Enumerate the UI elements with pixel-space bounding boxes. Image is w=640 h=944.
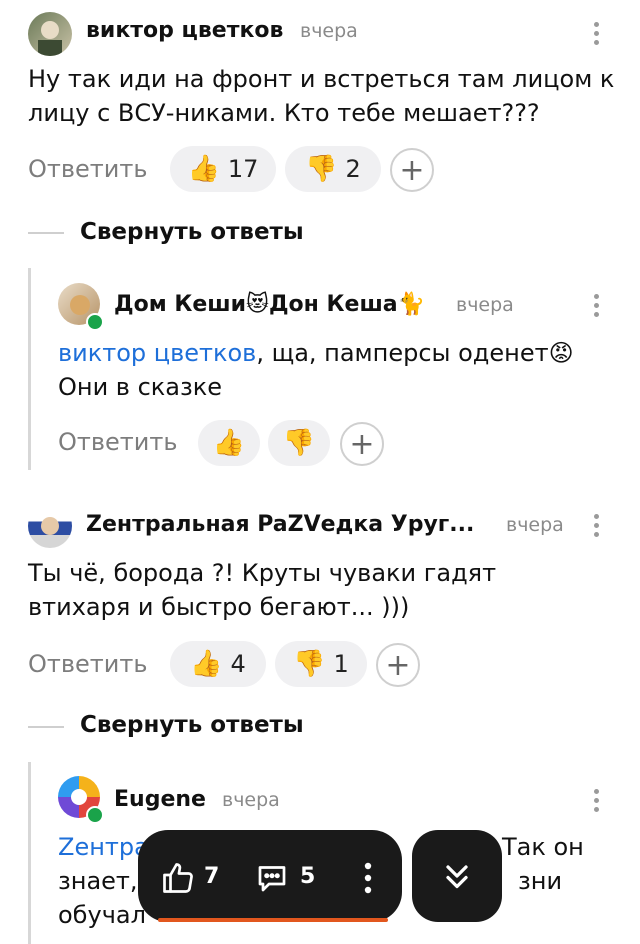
dislike-count: 2 (345, 155, 361, 183)
reply-button[interactable]: Ответить (28, 650, 147, 678)
avatar[interactable] (28, 504, 72, 548)
comment-author[interactable]: Zентральная PaZVедка Уруг... (86, 512, 474, 537)
online-indicator (86, 806, 104, 824)
dislike-count: 1 (333, 650, 349, 678)
double-chevron-down-icon (446, 865, 468, 889)
thread-line (28, 268, 31, 470)
comment-time: вчера (506, 514, 564, 536)
avatar-image (41, 517, 59, 535)
add-reaction-button[interactable]: + (390, 148, 434, 192)
thumbs-down-icon: 👎 (293, 649, 326, 679)
like-button[interactable]: 👍 (198, 420, 260, 466)
collapse-replies-button[interactable]: Свернуть ответы (80, 712, 304, 738)
reply-text: виктор цветков, ща, памперсы оденет😡 Они… (58, 336, 618, 404)
collapse-replies-button[interactable]: Свернуть ответы (80, 219, 304, 245)
more-icon[interactable] (594, 22, 600, 48)
comment-author[interactable]: виктор цветков (86, 18, 283, 43)
dislike-button[interactable]: 👎 1 (275, 641, 367, 687)
mention-link[interactable]: Zентра (58, 830, 149, 864)
collapse-divider (28, 726, 64, 728)
like-button[interactable]: 👍 17 (170, 146, 276, 192)
more-icon[interactable] (594, 789, 600, 815)
reply-text-fragment: знает, (58, 867, 138, 895)
online-indicator (86, 313, 104, 331)
thumbs-down-icon: 👎 (305, 154, 338, 184)
reply-button[interactable]: Ответить (58, 428, 177, 456)
thumbs-up-icon: 👍 (187, 154, 220, 184)
reply-author[interactable]: Eugene (114, 787, 206, 812)
reply-text-fragment: обучал (58, 901, 146, 929)
dislike-button[interactable]: 👎 2 (285, 146, 381, 192)
like-count: 4 (230, 650, 246, 678)
comment-bubble-icon (258, 866, 286, 892)
like-button[interactable]: 👍 4 (170, 641, 266, 687)
reply-time: вчера (456, 294, 514, 316)
reply-author[interactable]: Дом Кеши😻Дон Кеша🐈 (114, 292, 425, 317)
progress-strip (158, 918, 388, 922)
like-count: 17 (227, 155, 259, 183)
avatar[interactable] (28, 12, 72, 56)
reply-text-fragment: зни (518, 867, 563, 895)
collapse-divider (28, 232, 64, 234)
add-reaction-button[interactable]: + (376, 643, 420, 687)
thread-line (28, 762, 31, 944)
comment-text: Ты чё, борода ?! Круты чуваки гадят втих… (28, 559, 497, 621)
thumbs-up-icon (163, 863, 193, 893)
more-icon[interactable] (594, 294, 600, 320)
reply-button[interactable]: Ответить (28, 155, 147, 183)
add-reaction-button[interactable]: + (340, 422, 384, 466)
reply-time: вчера (222, 789, 280, 811)
reply-text-fragment: Так он (502, 833, 584, 861)
more-options-button[interactable] (354, 858, 382, 898)
mention-link[interactable]: виктор цветков (58, 339, 256, 367)
avatar-image (38, 21, 62, 56)
comments-button[interactable]: 5 (254, 856, 324, 900)
scroll-down-button[interactable] (412, 830, 502, 922)
dislike-button[interactable]: 👎 (268, 420, 330, 466)
post-comment-count: 5 (300, 864, 316, 889)
like-post-button[interactable]: 7 (160, 856, 230, 900)
comment-text: Ну так иди на фронт и встреться там лицо… (28, 65, 615, 127)
comment-time: вчера (300, 20, 358, 42)
thumbs-up-icon: 👍 (190, 649, 223, 679)
more-vertical-icon (364, 862, 372, 894)
post-like-count: 7 (204, 864, 220, 889)
thumbs-down-icon: 👎 (282, 428, 316, 458)
thumbs-up-icon: 👍 (212, 428, 246, 458)
more-icon[interactable] (594, 514, 600, 540)
